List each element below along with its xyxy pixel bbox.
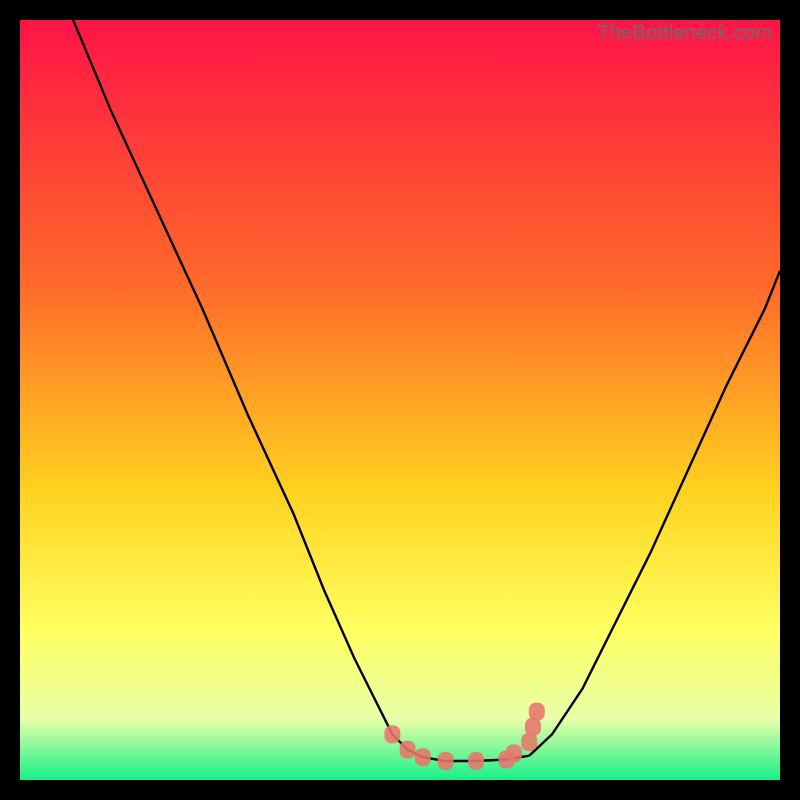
marker-point — [400, 741, 416, 759]
watermark-text: TheBottleneck.com — [597, 22, 772, 45]
marker-point — [468, 752, 484, 770]
bottleneck-chart — [20, 20, 780, 780]
marker-point — [438, 752, 454, 770]
gradient-background — [20, 20, 780, 780]
marker-point — [529, 703, 545, 721]
marker-point — [415, 748, 431, 766]
marker-point — [506, 744, 522, 762]
marker-point — [384, 725, 400, 743]
chart-frame: TheBottleneck.com — [20, 20, 780, 780]
